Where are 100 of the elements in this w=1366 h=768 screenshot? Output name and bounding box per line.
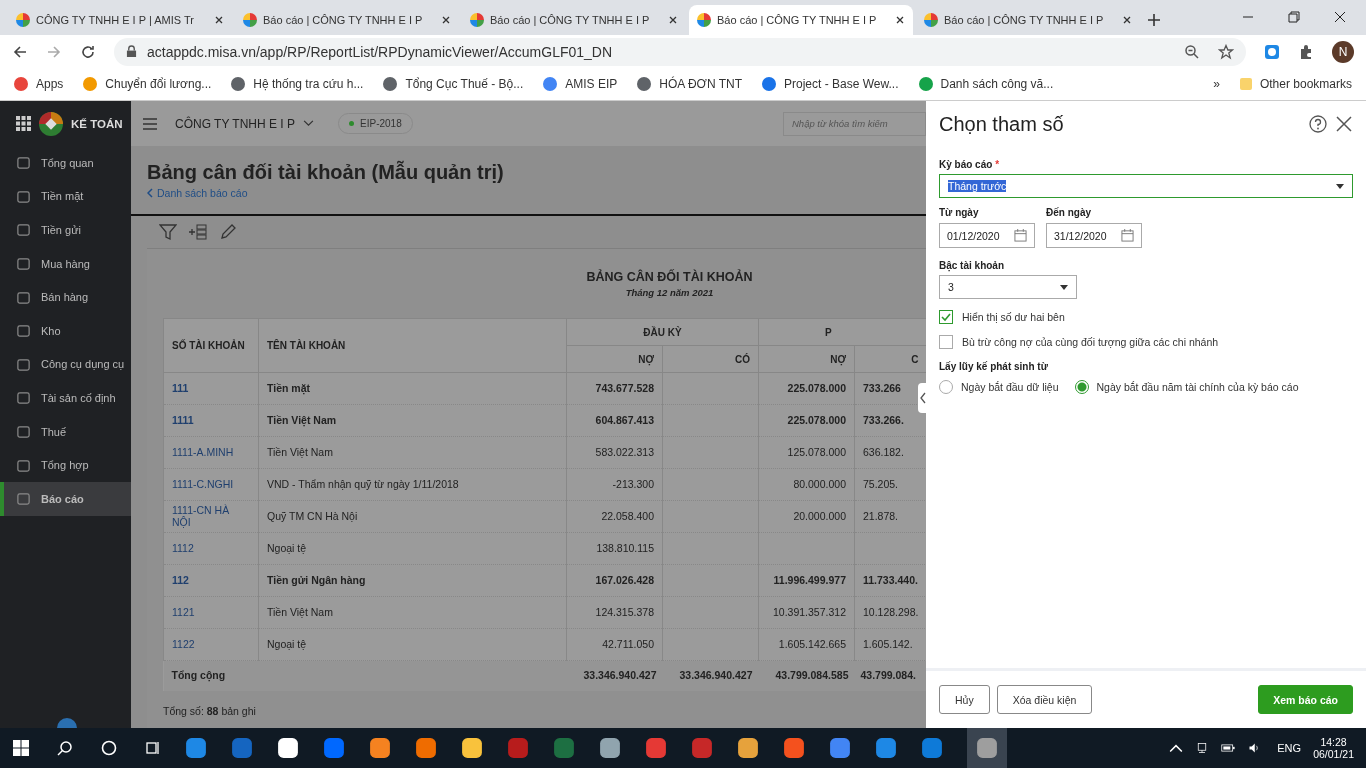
account-link[interactable]: 1111-C.NGHI [163,468,259,501]
footer-button[interactable]: Hủy [939,685,990,714]
table-cell: 80.000.000 [758,468,855,501]
taskbar-app-icon[interactable] [599,737,621,759]
bookmark[interactable]: Project - Base Wew... [762,77,899,91]
account-link[interactable]: 1111-CN HÀ NỘI [163,500,259,533]
sidebar-item[interactable]: Tiền gửi [0,213,131,247]
checkbox[interactable] [939,335,953,349]
close-icon[interactable] [1122,15,1132,25]
browser-tab[interactable]: CÔNG TY TNHH E I P | AMIS Tr [8,5,232,35]
column-header: SỐ TÀI KHOẢN [163,318,259,373]
close-icon[interactable] [214,15,224,25]
windows-start-icon[interactable] [13,740,29,756]
period-select[interactable]: Tháng trước [939,174,1353,198]
close-icon[interactable] [1335,115,1353,133]
view-report-button[interactable]: Xem báo cáo [1258,685,1353,714]
field-label: Từ ngày [939,207,980,218]
table-cell: 225.078.000 [758,404,855,437]
radio-button[interactable] [1074,380,1089,394]
taskbar-app-icon[interactable] [461,737,483,759]
bookmark[interactable]: Apps [14,77,64,91]
filter-icon[interactable] [159,223,177,241]
bookmark[interactable]: Hệ thống tra cứu h... [231,77,364,91]
logo-icon [39,111,63,136]
browser-tab[interactable]: Báo cáo | CÔNG TY TNHH E I P [235,5,459,35]
sidebar-item[interactable]: Báo cáo [0,481,131,516]
extension-icon[interactable] [1264,43,1280,60]
sidebar-item[interactable]: Thuế [0,414,131,449]
more-bookmarks-button[interactable]: » [1213,77,1220,91]
add-column-icon[interactable] [189,223,207,241]
report-subtitle: Tháng 12 năm 2021 [624,287,714,298]
pencil-icon[interactable] [219,223,237,241]
zoom-icon[interactable] [1184,43,1200,60]
table-cell: Tiền mặt [258,372,567,405]
account-link[interactable]: 111 [163,372,259,405]
task-view-icon[interactable] [145,740,161,756]
search-field[interactable]: Nhập từ khóa tìm kiếm [783,111,926,136]
reload-icon[interactable] [80,43,96,60]
sidebar-item[interactable]: Bán hàng [0,280,131,314]
sidebar-item[interactable]: Tổng hợp [0,448,131,482]
menu-item-icon [16,424,31,440]
chevron-down-icon[interactable] [303,120,315,127]
bookmark[interactable]: Tổng Cục Thuế - Bộ... [383,77,524,91]
restore-icon[interactable] [1288,11,1300,23]
footer-button[interactable]: Xóa điều kiện [996,685,1093,714]
date-field[interactable]: 01/12/2020 [939,223,1035,248]
close-icon[interactable] [895,15,905,25]
taskbar-app-icon[interactable] [415,737,437,759]
app-grid-icon[interactable] [16,116,31,131]
sidebar-item[interactable]: Tài sản cố định [0,381,131,415]
bookmark[interactable]: AMIS EIP [543,77,618,91]
address-bar[interactable]: actappdc.misa.vn/app/RP/ReportList/RPDynamicViewer/AccumGLF01_DN [114,37,1246,66]
profile-avatar[interactable]: N [1332,40,1354,63]
language-indicator[interactable]: ENG [1277,742,1302,754]
scroll-up-icon[interactable] [57,718,77,728]
sidebar-item[interactable]: Công cụ dụng cụ [0,347,131,382]
cortana-icon[interactable] [101,740,117,756]
account-link[interactable]: 112 [163,564,259,597]
help-icon[interactable] [1309,115,1327,133]
back-icon[interactable] [12,43,28,60]
browser-tab[interactable]: Báo cáo | CÔNG TY TNHH E I P [462,5,686,35]
taskbar-app-icon[interactable] [277,737,299,759]
date-field[interactable]: 31/12/2020 [1046,223,1142,248]
chevron-up-icon[interactable] [1169,742,1184,754]
sidebar-item[interactable]: Kho [0,313,131,348]
browser-tab[interactable]: Báo cáo | CÔNG TY TNHH E I P [916,5,1140,35]
table-cell: 124.315.378 [566,596,663,629]
battery-icon[interactable] [1221,742,1236,754]
close-icon[interactable] [441,15,451,25]
puzzle-icon[interactable] [1298,43,1314,60]
bookmark[interactable]: HÓA ĐƠN TNT [637,77,743,91]
field-label: Kỳ báo cáo [939,159,993,170]
taskbar-app-icon[interactable] [369,737,391,759]
collapse-handle-icon[interactable] [918,383,928,413]
star-icon[interactable] [1218,43,1234,60]
clock-date[interactable]: 06/01/21 [1313,748,1354,760]
clock-time[interactable]: 14:28 [1320,736,1347,748]
bookmark[interactable]: Danh sách công vă... [918,77,1054,91]
sidebar-item[interactable]: Tổng quan [0,146,131,180]
sidebar-item[interactable]: Mua hàng [0,246,131,281]
new-tab-icon[interactable] [1147,13,1161,27]
account-link[interactable]: 1121 [163,596,259,629]
browser-tab[interactable]: Báo cáo | CÔNG TY TNHH E I P [689,5,913,35]
close-icon[interactable] [668,15,678,25]
company-selector[interactable]: CÔNG TY TNHH E I P [175,116,296,131]
radio-label: Ngày bắt đầu năm tài chính của kỳ báo cáo [1096,381,1299,393]
level-select[interactable]: 3 [939,275,1077,299]
account-link[interactable]: 1112 [163,532,259,565]
account-link[interactable]: 1122 [163,628,259,661]
other-bookmarks[interactable]: Other bookmarks [1239,77,1352,91]
search-icon[interactable] [57,740,73,756]
taskbar-app-icon[interactable] [737,737,759,759]
menu-icon[interactable] [143,117,157,130]
checkbox[interactable] [939,310,953,324]
bookmark[interactable]: Chuyển đổi lương... [83,77,212,91]
sidebar-item[interactable]: Tiền mặt [0,179,131,214]
account-link[interactable]: 1111-A.MINH [163,436,259,469]
account-link[interactable]: 1111 [163,404,259,437]
close-icon[interactable] [1334,11,1346,23]
favicon-icon [16,13,30,27]
